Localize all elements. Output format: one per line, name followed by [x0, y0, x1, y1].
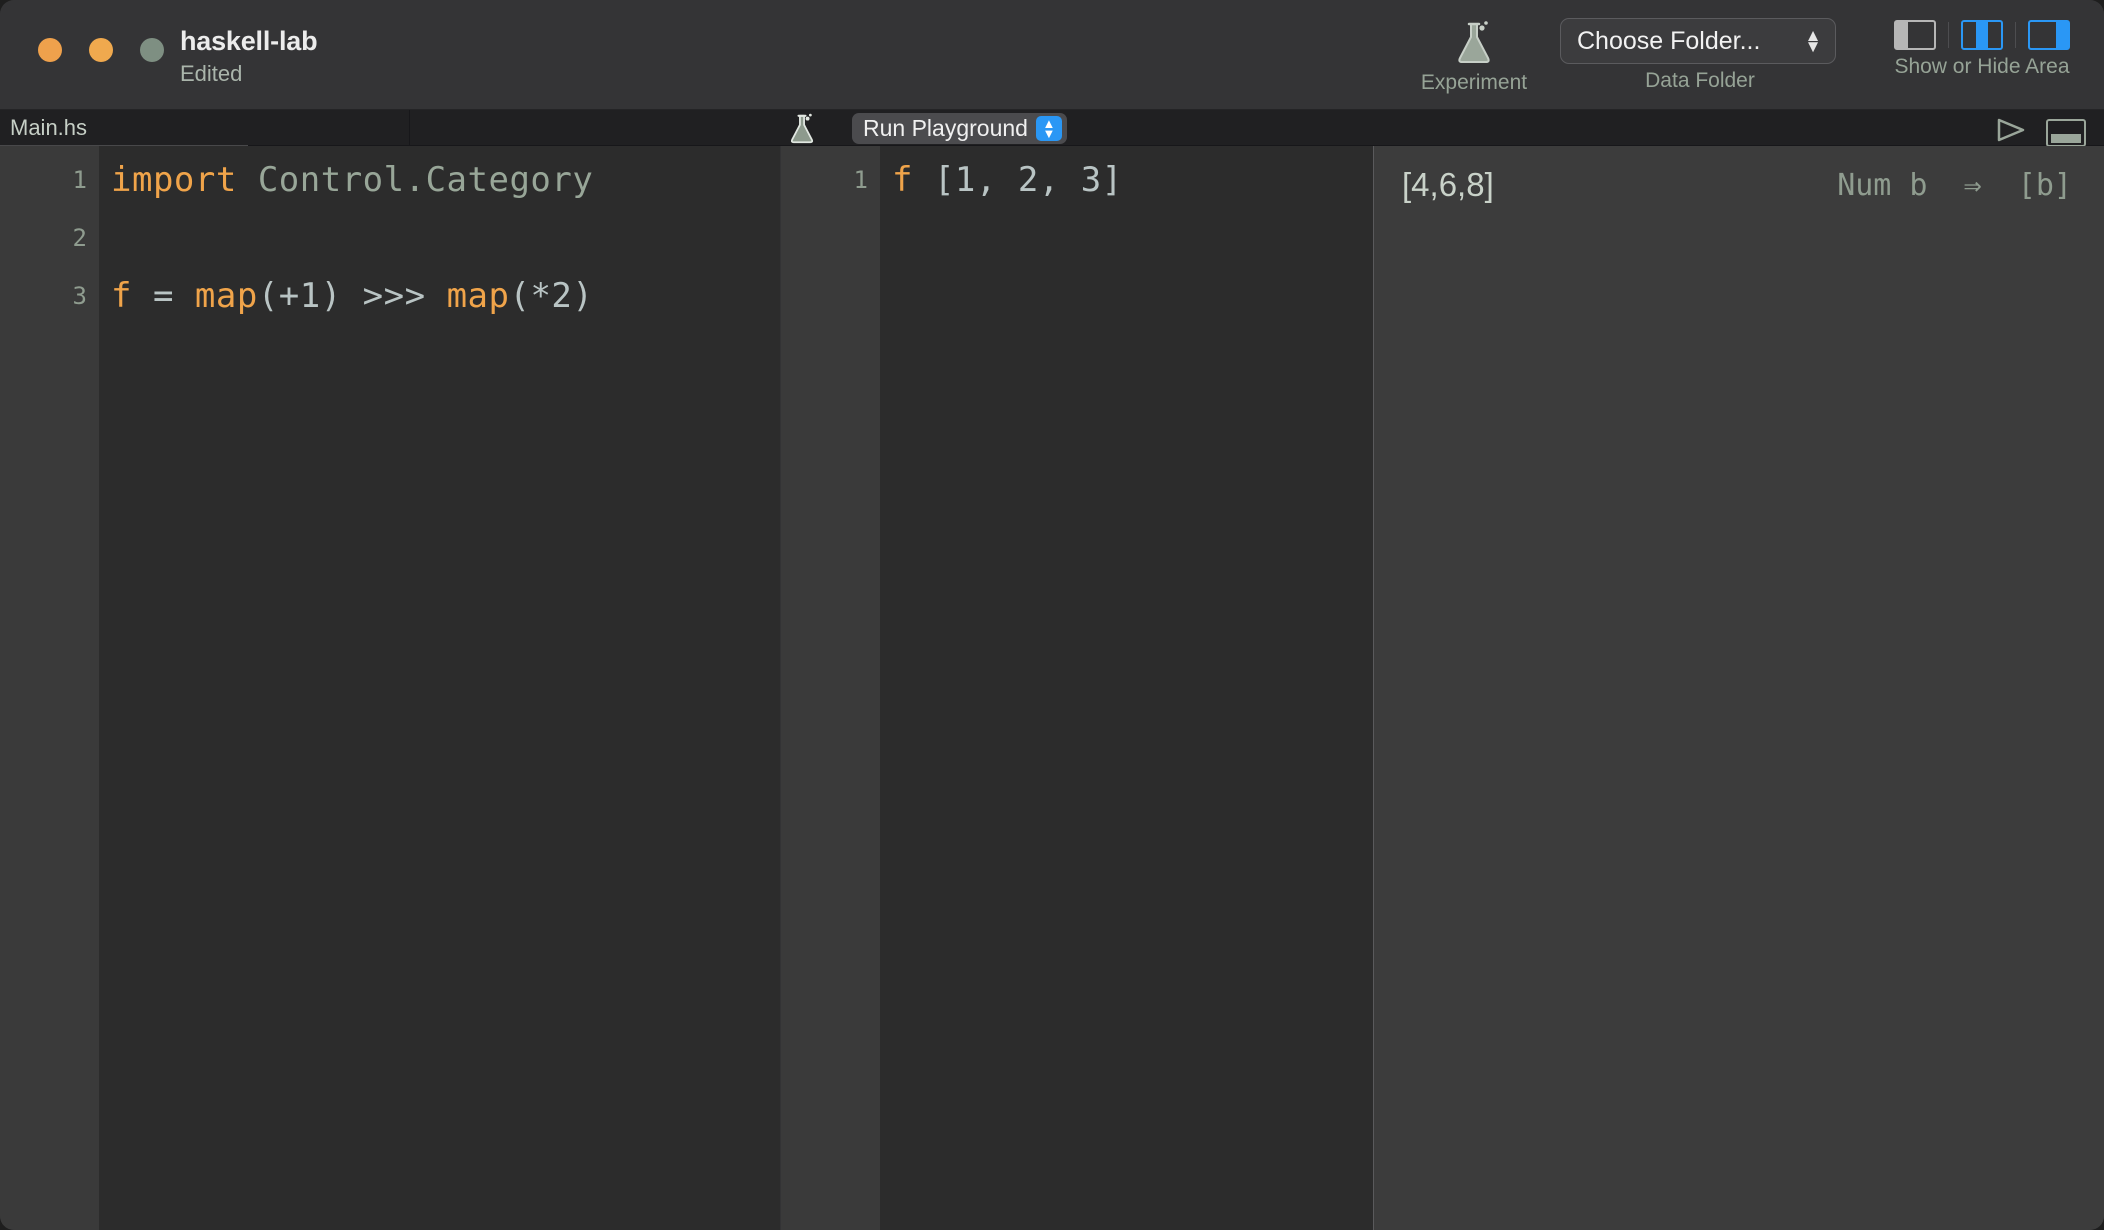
- code-token: f: [892, 160, 913, 200]
- result-value: [4,6,8]: [1402, 166, 1494, 203]
- editor-gutter: 1 2 3: [0, 146, 99, 1230]
- center-panel-toggle[interactable]: [1961, 20, 2003, 50]
- line-number: 2: [72, 224, 87, 252]
- code-token: [1, 2, 3]: [912, 160, 1123, 200]
- playground-code-area[interactable]: f [1, 2, 3]: [880, 146, 1373, 1230]
- panel-container: 1 2 3 import Control.Category f = map(+1) >…: [0, 146, 2104, 1230]
- playground-gutter: 1: [781, 146, 880, 1230]
- flask-icon: [1458, 21, 1490, 63]
- editor-code-area[interactable]: import Control.Category f = map(+1) >>> m…: [99, 146, 780, 1230]
- experiment-button[interactable]: Experiment: [1414, 20, 1534, 95]
- code-token: =: [131, 276, 195, 316]
- bottom-panel-toggle-icon[interactable]: [2046, 119, 2086, 147]
- code-token: (*2): [509, 276, 594, 316]
- code-line: f = map(+1) >>> map(*2): [111, 276, 593, 316]
- page-title: haskell-lab: [180, 26, 318, 56]
- code-token: f: [111, 276, 132, 316]
- run-playground-label: Run Playground: [863, 115, 1028, 141]
- data-folder-value: Choose Folder...: [1577, 26, 1761, 55]
- close-button[interactable]: [38, 38, 62, 62]
- data-folder-group: Choose Folder... ▲ ▼ Data Folder: [1560, 18, 1840, 93]
- chevron-updown-icon: ▲ ▼: [1804, 26, 1822, 56]
- flask-icon: [790, 113, 814, 144]
- show-hide-area-group: Show or Hide Area: [1862, 20, 2102, 79]
- line-number: 1: [853, 166, 868, 194]
- code-line: f [1, 2, 3]: [892, 160, 1123, 200]
- tab-bar: Main.hs Run Playground ▲ ▼: [0, 110, 2104, 149]
- data-folder-label: Data Folder: [1645, 69, 1755, 92]
- code-line: import Control.Category: [111, 160, 593, 200]
- results-panel: [4,6,8] Num b ⇒ [b]: [1373, 146, 2104, 1230]
- line-number: 3: [72, 282, 87, 310]
- zoom-button[interactable]: [140, 38, 164, 62]
- tab-main-hs[interactable]: Main.hs: [0, 110, 410, 146]
- code-token: map: [194, 276, 258, 316]
- code-editor-panel[interactable]: 1 2 3 import Control.Category f = map(+1) >…: [0, 146, 780, 1230]
- traffic-lights: [38, 38, 164, 62]
- data-folder-select[interactable]: Choose Folder... ▲ ▼: [1560, 18, 1836, 64]
- document-status: Edited: [180, 61, 243, 86]
- tab-label: Main.hs: [10, 115, 88, 140]
- code-token: (+1) >>>: [257, 276, 447, 316]
- app-window: haskell-lab Edited Experiment Choose Fol…: [0, 0, 2104, 1230]
- title-bar: haskell-lab Edited Experiment Choose Fol…: [0, 0, 2104, 110]
- run-playground-button[interactable]: Run Playground ▲ ▼: [852, 113, 1067, 144]
- show-hide-area-label: Show or Hide Area: [1894, 55, 2070, 78]
- play-triangle-icon[interactable]: [1996, 118, 2026, 142]
- toolbar-divider: [2015, 22, 2016, 48]
- code-token: import: [111, 160, 237, 200]
- minimize-button[interactable]: [89, 38, 113, 62]
- right-panel-toggle[interactable]: [2028, 20, 2070, 50]
- code-token: map: [446, 276, 510, 316]
- code-token: Control.Category: [257, 160, 594, 200]
- playground-input-panel[interactable]: 1 f [1, 2, 3]: [781, 146, 1373, 1230]
- toolbar-divider: [1948, 22, 1949, 48]
- result-type-signature: Num b ⇒ [b]: [1837, 168, 2072, 203]
- line-number: 1: [72, 166, 87, 194]
- run-stepper-icon[interactable]: ▲ ▼: [1035, 116, 1062, 141]
- experiment-label: Experiment: [1420, 71, 1528, 94]
- left-panel-toggle[interactable]: [1894, 20, 1936, 50]
